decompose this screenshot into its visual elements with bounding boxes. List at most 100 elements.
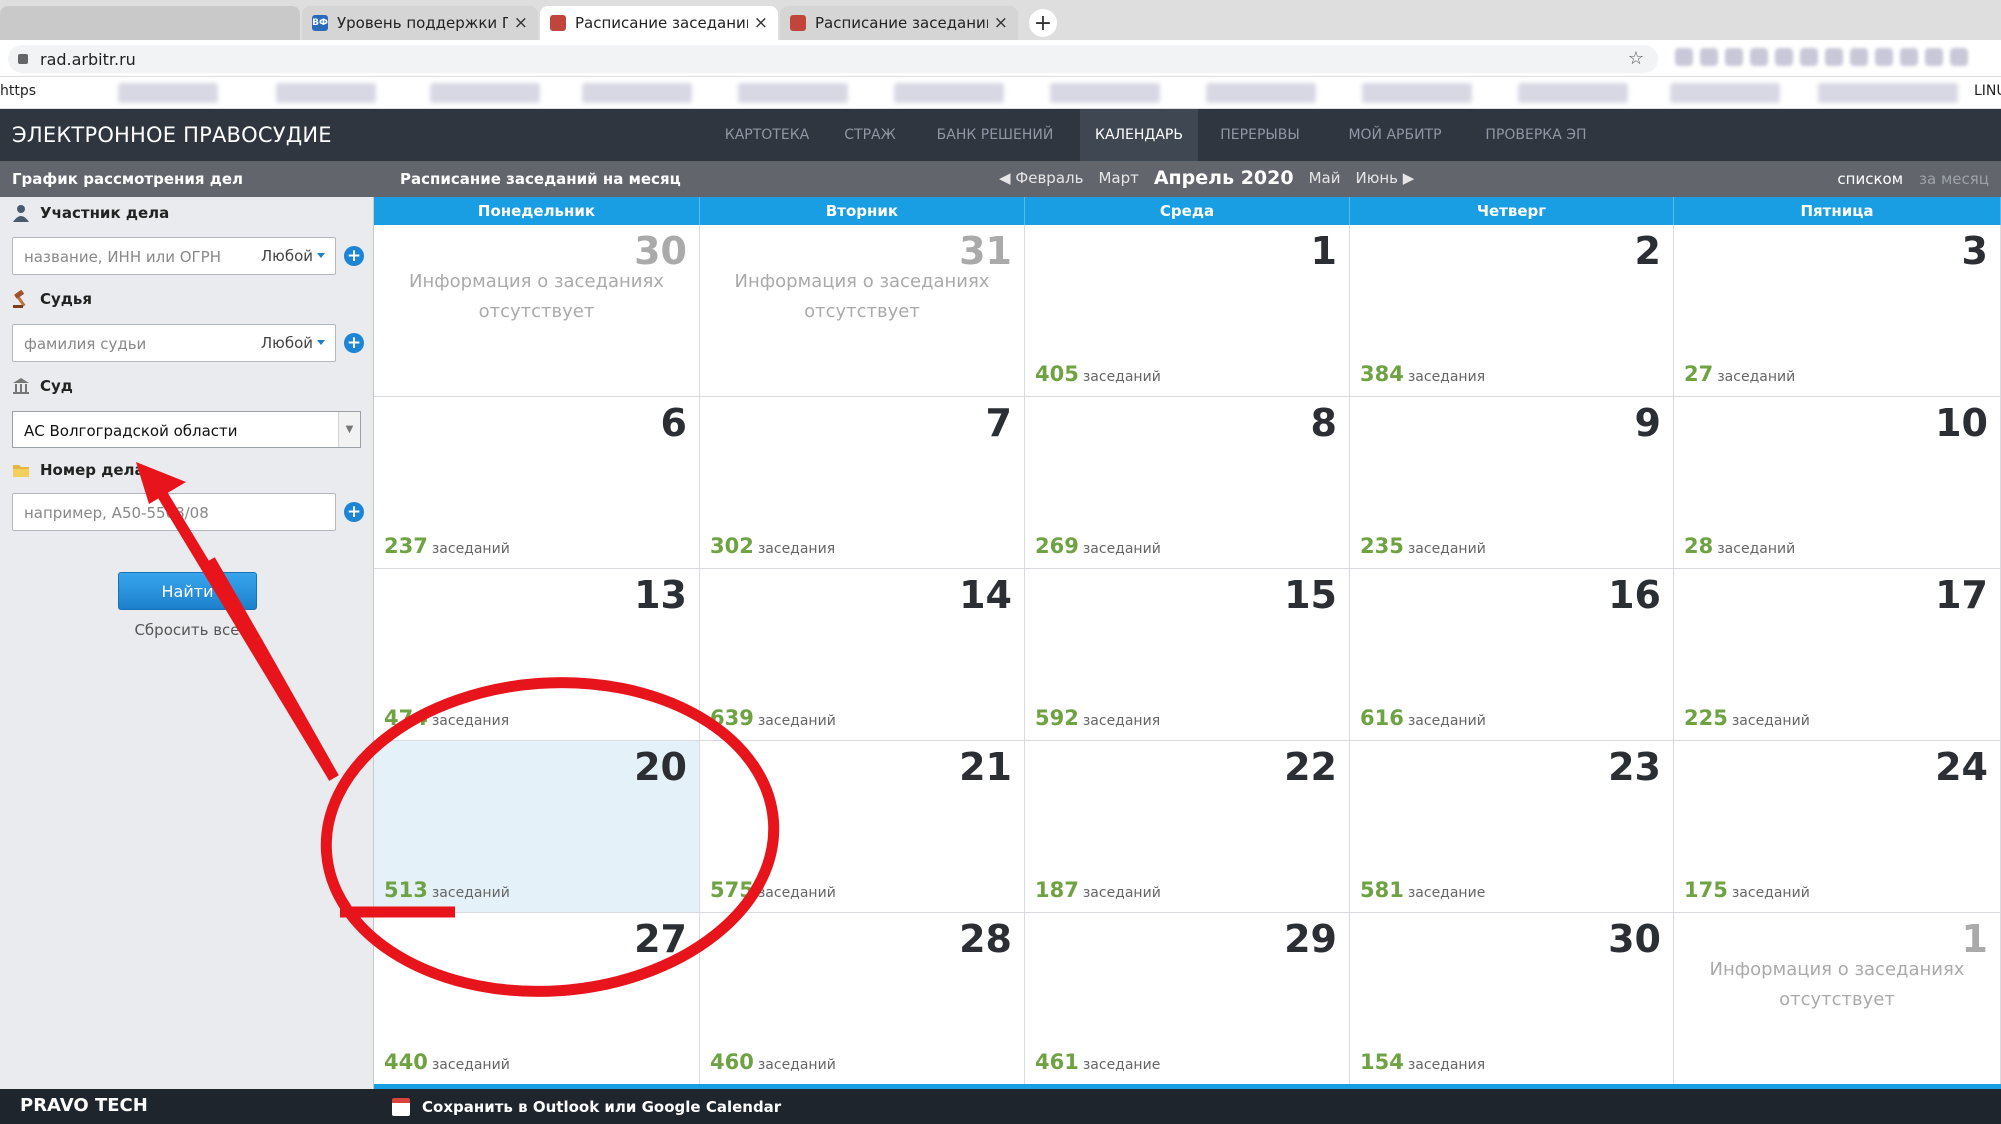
calendar-day-cell[interactable]: 24 175 заседаний	[1674, 741, 2001, 913]
calendar-day-cell[interactable]: 17 225 заседаний	[1674, 569, 2001, 741]
next-month-link[interactable]: Июнь ▶	[1355, 169, 1414, 187]
nav-item[interactable]: ПЕРЕРЫВЫ	[1200, 109, 1320, 161]
prev-month-link[interactable]: ◀ Февраль	[999, 169, 1083, 187]
sessions-count[interactable]: 235 заседаний	[1360, 534, 1486, 558]
chevron-down-icon[interactable]: ▼	[338, 412, 360, 447]
calendar-day-cell[interactable]: 23 581 заседание	[1350, 741, 1674, 913]
sessions-count[interactable]: 474 заседания	[384, 706, 509, 730]
sessions-count[interactable]: 639 заседаний	[710, 706, 836, 730]
calendar-day-cell[interactable]: 30 154 заседания	[1350, 913, 1674, 1085]
extension-icon[interactable]	[1875, 48, 1893, 66]
sessions-count[interactable]: 384 заседания	[1360, 362, 1485, 386]
extension-icon[interactable]	[1775, 48, 1793, 66]
address-bar[interactable]: rad.arbitr.ru ☆	[8, 45, 1658, 73]
bookmark-item[interactable]	[1206, 83, 1316, 103]
sessions-count[interactable]: 405 заседаний	[1035, 362, 1161, 386]
extension-icon[interactable]	[1700, 48, 1718, 66]
browser-tab[interactable]: ВФ Уровень поддержки Пути ×	[302, 6, 538, 40]
save-to-calendar-link[interactable]: Сохранить в Outlook или Google Calendar	[422, 1098, 781, 1116]
bookmark-item[interactable]	[1818, 83, 1958, 103]
calendar-day-cell[interactable]: 15 592 заседания	[1025, 569, 1350, 741]
court-select[interactable]: АС Волгоградской области ▼	[12, 411, 361, 448]
close-tab-icon[interactable]: ×	[994, 13, 1008, 33]
add-case-number-button[interactable]: +	[344, 502, 364, 522]
nav-item[interactable]: ПРОВЕРКА ЭП	[1470, 109, 1602, 161]
sessions-count[interactable]: 302 заседания	[710, 534, 835, 558]
view-month-link[interactable]: за месяц	[1919, 170, 1989, 188]
extension-icon[interactable]	[1950, 48, 1968, 66]
bookmarks-suffix[interactable]: LINU	[1974, 83, 2001, 99]
bookmark-item[interactable]	[1050, 83, 1160, 103]
nav-item[interactable]: СТРАЖ	[830, 109, 910, 161]
calendar-day-cell[interactable]: 10 28 заседаний	[1674, 397, 2001, 569]
new-tab-button[interactable]: +	[1029, 9, 1057, 37]
sessions-count[interactable]: 575 заседаний	[710, 878, 836, 902]
bookmark-star-icon[interactable]: ☆	[1628, 48, 1644, 69]
site-logo[interactable]: ЭЛЕКТРОННОЕ ПРАВОСУДИЕ	[12, 123, 332, 147]
sessions-count[interactable]: 237 заседаний	[384, 534, 510, 558]
blurred-tabs[interactable]	[0, 6, 300, 40]
month-link-may[interactable]: Май	[1309, 169, 1341, 187]
calendar-day-cell[interactable]: 29 461 заседание	[1025, 913, 1350, 1085]
sessions-count[interactable]: 28 заседаний	[1684, 534, 1795, 558]
nav-item[interactable]: КАРТОТЕКА	[708, 109, 826, 161]
extension-icon[interactable]	[1675, 48, 1693, 66]
close-tab-icon[interactable]: ×	[754, 13, 768, 33]
extension-icon[interactable]	[1800, 48, 1818, 66]
extension-icon[interactable]	[1825, 48, 1843, 66]
calendar-day-cell[interactable]: 3 27 заседаний	[1674, 225, 2001, 397]
bookmark-item[interactable]	[1670, 83, 1780, 103]
calendar-day-cell[interactable]: 14 639 заседаний	[700, 569, 1025, 741]
sessions-count[interactable]: 225 заседаний	[1684, 706, 1810, 730]
case-number-input[interactable]: например, А50-5568/08	[12, 493, 336, 531]
calendar-day-cell[interactable]: 20 513 заседаний	[374, 741, 700, 913]
calendar-day-cell[interactable]: 8 269 заседаний	[1025, 397, 1350, 569]
participant-input[interactable]: название, ИНН или ОГРН Любой	[12, 237, 336, 275]
bookmark-item[interactable]	[894, 83, 1004, 103]
sessions-count[interactable]: 440 заседаний	[384, 1050, 510, 1074]
calendar-day-cell[interactable]: 16 616 заседаний	[1350, 569, 1674, 741]
calendar-day-cell[interactable]: 13 474 заседания	[374, 569, 700, 741]
nav-item[interactable]: МОЙ АРБИТР	[1320, 109, 1470, 161]
calendar-day-cell[interactable]: 21 575 заседаний	[700, 741, 1025, 913]
calendar-day-cell[interactable]: 1 Информация о заседаниях отсутствует	[1674, 913, 2001, 1085]
calendar-day-cell[interactable]: 9 235 заседаний	[1350, 397, 1674, 569]
reset-all-link[interactable]: Сбросить все	[0, 621, 374, 639]
sessions-count[interactable]: 616 заседаний	[1360, 706, 1486, 730]
calendar-day-cell[interactable]: 30 Информация о заседаниях отсутствует	[374, 225, 700, 397]
sessions-count[interactable]: 187 заседаний	[1035, 878, 1161, 902]
find-button[interactable]: Найти	[118, 572, 257, 610]
calendar-day-cell[interactable]: 28 460 заседаний	[700, 913, 1025, 1085]
bookmark-item[interactable]	[738, 83, 848, 103]
nav-item[interactable]: КАЛЕНДАРЬ	[1080, 109, 1198, 161]
sessions-count[interactable]: 269 заседаний	[1035, 534, 1161, 558]
sessions-count[interactable]: 27 заседаний	[1684, 362, 1795, 386]
bookmark-item[interactable]	[430, 83, 540, 103]
bookmark-item[interactable]	[118, 83, 218, 103]
close-tab-icon[interactable]: ×	[514, 13, 528, 33]
sessions-count[interactable]: 513 заседаний	[384, 878, 510, 902]
bookmark-item[interactable]	[276, 83, 376, 103]
extension-icon[interactable]	[1725, 48, 1743, 66]
judge-role-dropdown[interactable]: Любой	[261, 334, 325, 352]
calendar-day-cell[interactable]: 1 405 заседаний	[1025, 225, 1350, 397]
extension-icon[interactable]	[1900, 48, 1918, 66]
sessions-count[interactable]: 592 заседания	[1035, 706, 1160, 730]
nav-item[interactable]: БАНК РЕШЕНИЙ	[920, 109, 1070, 161]
judge-input[interactable]: фамилия судьи Любой	[12, 324, 336, 362]
bookmark-item[interactable]	[582, 83, 692, 103]
participant-role-dropdown[interactable]: Любой	[261, 247, 325, 265]
sessions-count[interactable]: 461 заседание	[1035, 1050, 1160, 1074]
sessions-count[interactable]: 460 заседаний	[710, 1050, 836, 1074]
browser-tab[interactable]: Расписание заседаний ×	[540, 6, 778, 40]
calendar-day-cell[interactable]: 22 187 заседаний	[1025, 741, 1350, 913]
calendar-day-cell[interactable]: 2 384 заседания	[1350, 225, 1674, 397]
calendar-day-cell[interactable]: 31 Информация о заседаниях отсутствует	[700, 225, 1025, 397]
add-participant-button[interactable]: +	[344, 246, 364, 266]
sessions-count[interactable]: 175 заседаний	[1684, 878, 1810, 902]
add-judge-button[interactable]: +	[344, 333, 364, 353]
view-list-link[interactable]: списком	[1837, 170, 1903, 188]
sessions-count[interactable]: 581 заседание	[1360, 878, 1485, 902]
browser-tab[interactable]: Расписание заседаний ×	[780, 6, 1018, 40]
calendar-day-cell[interactable]: 6 237 заседаний	[374, 397, 700, 569]
